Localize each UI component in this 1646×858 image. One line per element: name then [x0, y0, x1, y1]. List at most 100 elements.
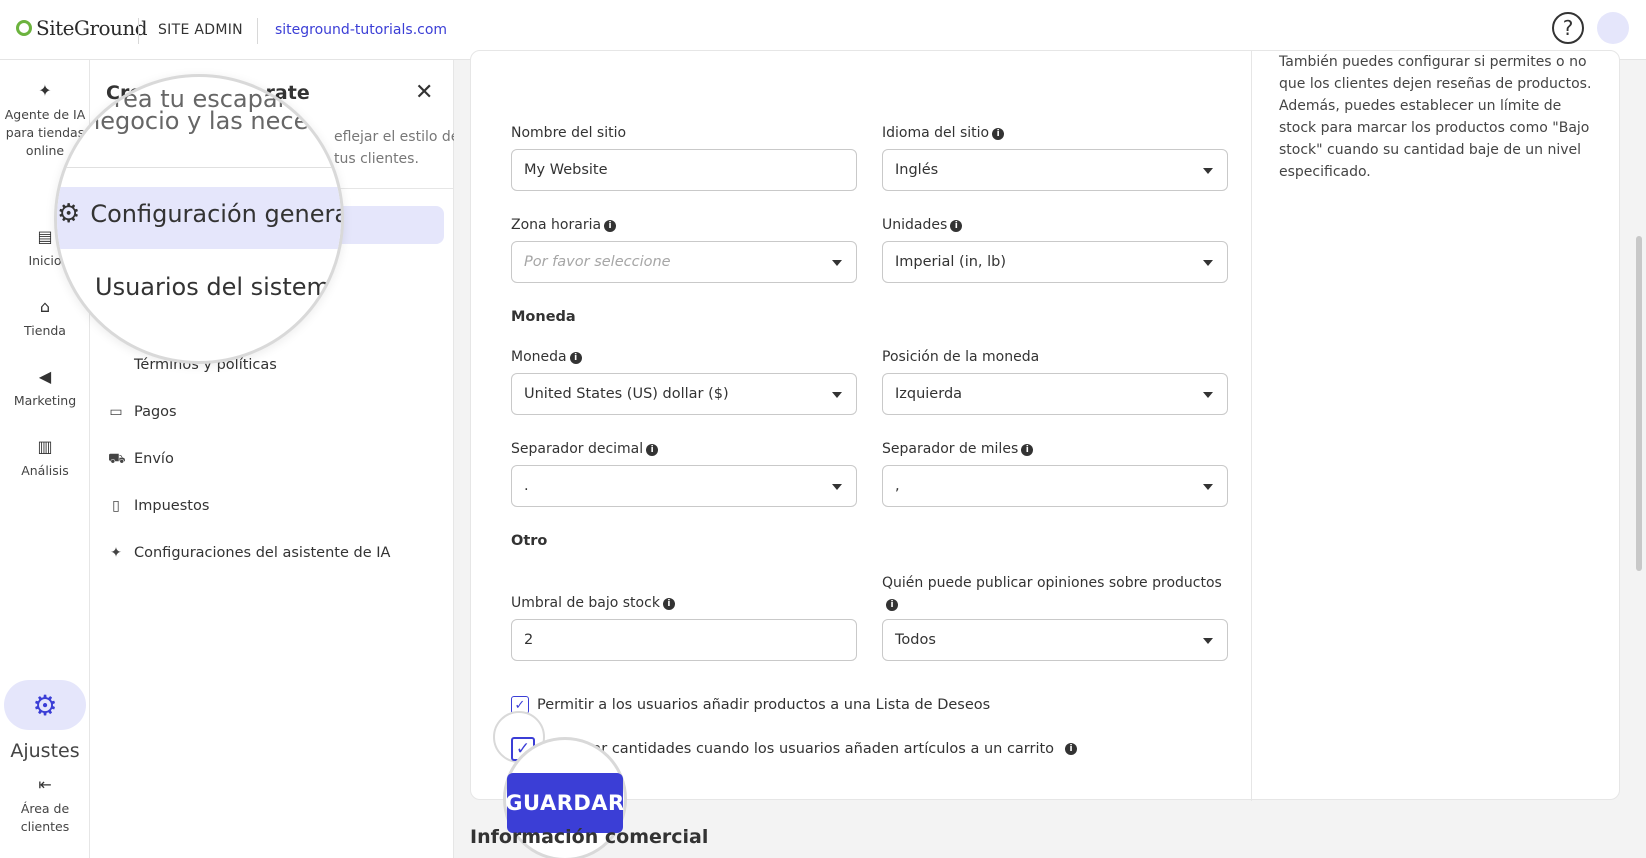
- header-divider: [257, 18, 258, 44]
- scrollbar[interactable]: [1636, 236, 1642, 571]
- info-icon[interactable]: i: [1065, 743, 1078, 755]
- thousand-separator-label: Separador de miles i: [882, 441, 1034, 457]
- submenu-desc-line1: eflejar el estilo de: [334, 129, 460, 145]
- low-stock-label-text: Umbral de bajo stock: [511, 595, 660, 611]
- site-name-value: My Website: [524, 162, 608, 178]
- truck-icon: ⛟: [108, 451, 126, 467]
- rail-item-label: Área de clientes: [20, 801, 70, 834]
- rail-item-settings[interactable]: ⚙ Ajustes: [0, 680, 90, 762]
- tax-icon: ▯: [112, 498, 120, 514]
- rail-item-store[interactable]: ⌂ Tienda: [0, 298, 90, 340]
- info-icon[interactable]: i: [992, 128, 1005, 140]
- reviews-select[interactable]: Todos: [882, 619, 1228, 661]
- sparkle-icon: ✦: [110, 545, 122, 561]
- wishlist-label: Permitir a los usuarios añadir productos…: [537, 697, 991, 713]
- units-label-text: Unidades: [882, 217, 948, 233]
- reserve-label: Reservar cantidades cuando los usuarios …: [543, 741, 1055, 757]
- timezone-select[interactable]: Por favor seleccione: [511, 241, 857, 283]
- submenu-item-payments[interactable]: ▭ Pagos: [108, 404, 177, 420]
- units-select[interactable]: Imperial (in, lb): [882, 241, 1228, 283]
- decimal-separator-label-text: Separador decimal: [511, 441, 644, 457]
- rail-item-analytics[interactable]: ▥ Análisis: [0, 438, 90, 480]
- magnified-divider: [57, 167, 341, 168]
- submenu-item-label: Pagos: [134, 404, 177, 420]
- submenu-item-system-users[interactable]: Usuarios del sistema: [95, 273, 341, 301]
- units-value: Imperial (in, lb): [895, 254, 1007, 270]
- magnified-description: negocio y las necesidades: [85, 107, 343, 135]
- logo-mark-icon: [16, 20, 32, 36]
- reviews-label: Quién puede publicar opiniones sobre pro…: [882, 573, 1228, 615]
- language-label: Idioma del sitio i: [882, 125, 1005, 141]
- info-icon[interactable]: i: [662, 598, 675, 610]
- submenu-item-ai-assistant[interactable]: ✦ Configuraciones del asistente de IA: [108, 545, 390, 561]
- card-divider: [1251, 51, 1252, 801]
- general-settings-card: También puedes configurar si permites o …: [470, 50, 1620, 858]
- chevron-down-icon: [1203, 260, 1213, 266]
- rail-item-label: Análisis: [21, 463, 69, 478]
- rail-item-label: Marketing: [13, 393, 77, 408]
- currency-position-label: Posición de la moneda: [882, 349, 1039, 365]
- help-text: También puedes configurar si permites o …: [1279, 54, 1592, 180]
- submenu-item-general-settings[interactable]: ⚙ Configuración general: [57, 199, 344, 229]
- help-icon[interactable]: ?: [1552, 12, 1584, 44]
- low-stock-label: Umbral de bajo stock i: [511, 595, 675, 611]
- site-name-label-text: Nombre del sitio: [511, 125, 627, 141]
- thousand-separator-label-text: Separador de miles: [882, 441, 1019, 457]
- rail-item-label: Tienda: [24, 323, 66, 338]
- submenu-item-shipping[interactable]: ⛟ Envío: [108, 451, 174, 467]
- credit-card-icon: ▭: [109, 404, 123, 420]
- currency-position-value: Izquierda: [895, 386, 963, 402]
- currency-position-select[interactable]: Izquierda: [882, 373, 1228, 415]
- domain-link[interactable]: siteground-tutorials.com: [275, 22, 447, 38]
- chevron-down-icon: [832, 484, 842, 490]
- units-label: Unidades i: [882, 217, 963, 233]
- site-name-label: Nombre del sitio: [511, 125, 626, 141]
- rail-item-client-area[interactable]: ⇤ Área de clientes: [0, 776, 90, 836]
- timezone-label-text: Zona horaria: [511, 217, 602, 233]
- currency-section-heading: Moneda: [511, 309, 576, 325]
- info-icon[interactable]: i: [569, 352, 582, 364]
- chevron-down-icon: [1203, 638, 1213, 644]
- header-divider: [138, 18, 139, 44]
- timezone-placeholder: Por favor seleccione: [524, 254, 671, 270]
- language-value: Inglés: [895, 162, 939, 178]
- submenu-item-label: Configuraciones del asistente de IA: [134, 545, 391, 561]
- info-icon[interactable]: i: [886, 599, 898, 611]
- info-icon[interactable]: i: [604, 220, 617, 232]
- currency-position-label-text: Posición de la moneda: [882, 349, 1040, 365]
- submenu-item-label: Envío: [134, 451, 174, 467]
- chevron-down-icon: [832, 260, 842, 266]
- info-icon[interactable]: i: [950, 220, 963, 232]
- wishlist-checkbox-row[interactable]: ✓ Permitir a los usuarios añadir product…: [511, 696, 990, 714]
- rail-item-label: Inicio: [28, 253, 62, 268]
- submenu-item-label: Impuestos: [134, 498, 210, 514]
- submenu-item-label: Configuración general: [90, 200, 344, 228]
- chevron-down-icon: [1203, 392, 1213, 398]
- submenu-desc-line2: tus clientes.: [334, 151, 419, 167]
- info-icon[interactable]: i: [646, 444, 659, 456]
- rail-item-marketing[interactable]: ◀ Marketing: [0, 368, 90, 410]
- currency-select[interactable]: United States (US) dollar ($): [511, 373, 857, 415]
- currency-label-text: Moneda: [511, 349, 567, 365]
- submenu-item-taxes[interactable]: ▯ Impuestos: [108, 498, 209, 514]
- zoom-magnifier: Crea tu escaparate negocio y las necesid…: [54, 74, 344, 364]
- chevron-down-icon: [832, 392, 842, 398]
- gear-icon: ⚙: [57, 199, 81, 229]
- save-button[interactable]: GUARDAR: [505, 773, 624, 833]
- rail-item-label: Ajustes: [10, 740, 80, 762]
- main-content: También puedes configurar si permites o …: [454, 50, 1646, 858]
- close-icon[interactable]: ✕: [415, 80, 433, 105]
- language-select[interactable]: Inglés: [882, 149, 1228, 191]
- reviews-value: Todos: [895, 632, 936, 648]
- decimal-separator-select[interactable]: .: [511, 465, 857, 507]
- thousand-separator-select[interactable]: ,: [882, 465, 1228, 507]
- siteground-logo[interactable]: SiteGround: [16, 16, 148, 40]
- site-name-input[interactable]: My Website: [511, 149, 857, 191]
- info-icon[interactable]: i: [1021, 444, 1034, 456]
- thousand-separator-value: ,: [895, 478, 900, 494]
- low-stock-input[interactable]: 2: [511, 619, 857, 661]
- currency-value: United States (US) dollar ($): [524, 386, 729, 402]
- low-stock-value: 2: [524, 632, 534, 648]
- store-icon: ⌂: [39, 297, 51, 316]
- avatar[interactable]: [1597, 12, 1629, 44]
